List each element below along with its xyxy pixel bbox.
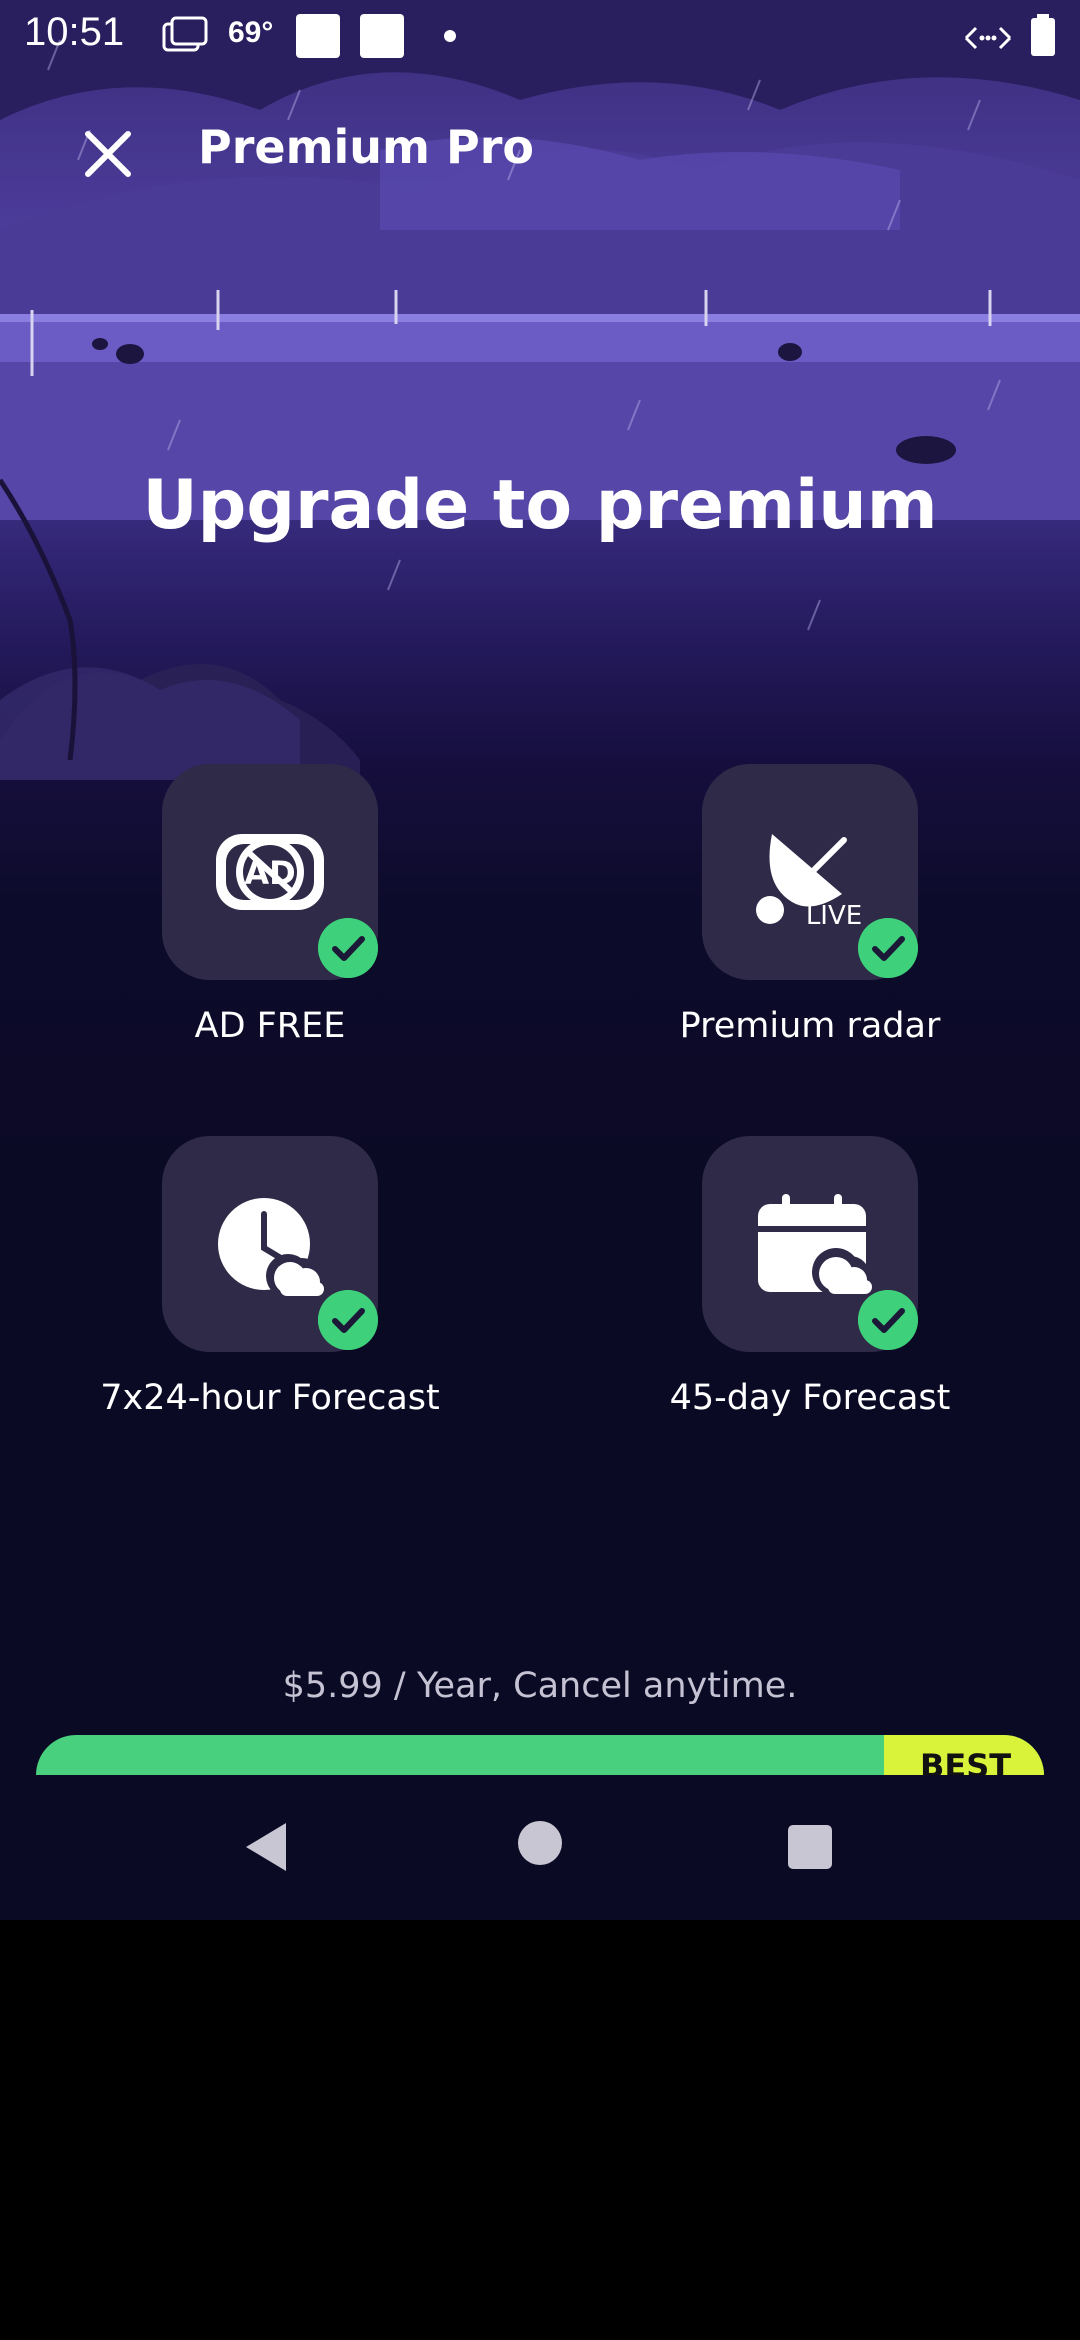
dot-icon bbox=[444, 30, 456, 42]
square-notification-icon bbox=[296, 14, 340, 58]
back-icon[interactable] bbox=[238, 1817, 294, 1877]
feature-label: AD FREE bbox=[194, 1006, 346, 1046]
close-icon[interactable] bbox=[70, 116, 146, 192]
rainy-landscape-illustration bbox=[0, 0, 1080, 780]
photos-icon bbox=[162, 16, 208, 52]
feature-label: 7x24-hour Forecast bbox=[100, 1378, 440, 1418]
feature-label: 45-day Forecast bbox=[669, 1378, 951, 1418]
price-text: $5.99 / Year, Cancel anytime. bbox=[282, 1666, 798, 1706]
live-badge: LIVE bbox=[806, 901, 862, 931]
battery-icon bbox=[1031, 14, 1055, 56]
check-icon bbox=[858, 918, 918, 978]
home-icon[interactable] bbox=[516, 1819, 564, 1867]
check-icon bbox=[858, 1290, 918, 1350]
square-notification-icon bbox=[360, 14, 404, 58]
no-ads-icon: AD bbox=[216, 834, 324, 910]
check-icon bbox=[318, 918, 378, 978]
status-bar: 10:51 69° bbox=[0, 0, 1080, 72]
network-icon bbox=[964, 26, 1012, 50]
status-time: 10:51 bbox=[24, 10, 125, 54]
feature-label: Premium radar bbox=[679, 1006, 941, 1046]
premium-screen: 10:51 69° Premium Pro Upgrade to premium bbox=[0, 0, 1080, 1920]
navigation-bar bbox=[0, 1775, 1080, 1920]
calendar-cloud-icon bbox=[758, 1194, 872, 1296]
page-title: Premium Pro bbox=[198, 120, 534, 174]
upgrade-headline: Upgrade to premium bbox=[142, 466, 938, 545]
live-radar-dish-icon: LIVE bbox=[756, 834, 862, 931]
check-icon bbox=[318, 1290, 378, 1350]
clock-cloud-icon bbox=[218, 1198, 324, 1298]
recents-icon[interactable] bbox=[786, 1823, 834, 1871]
status-temperature: 69° bbox=[228, 16, 274, 49]
